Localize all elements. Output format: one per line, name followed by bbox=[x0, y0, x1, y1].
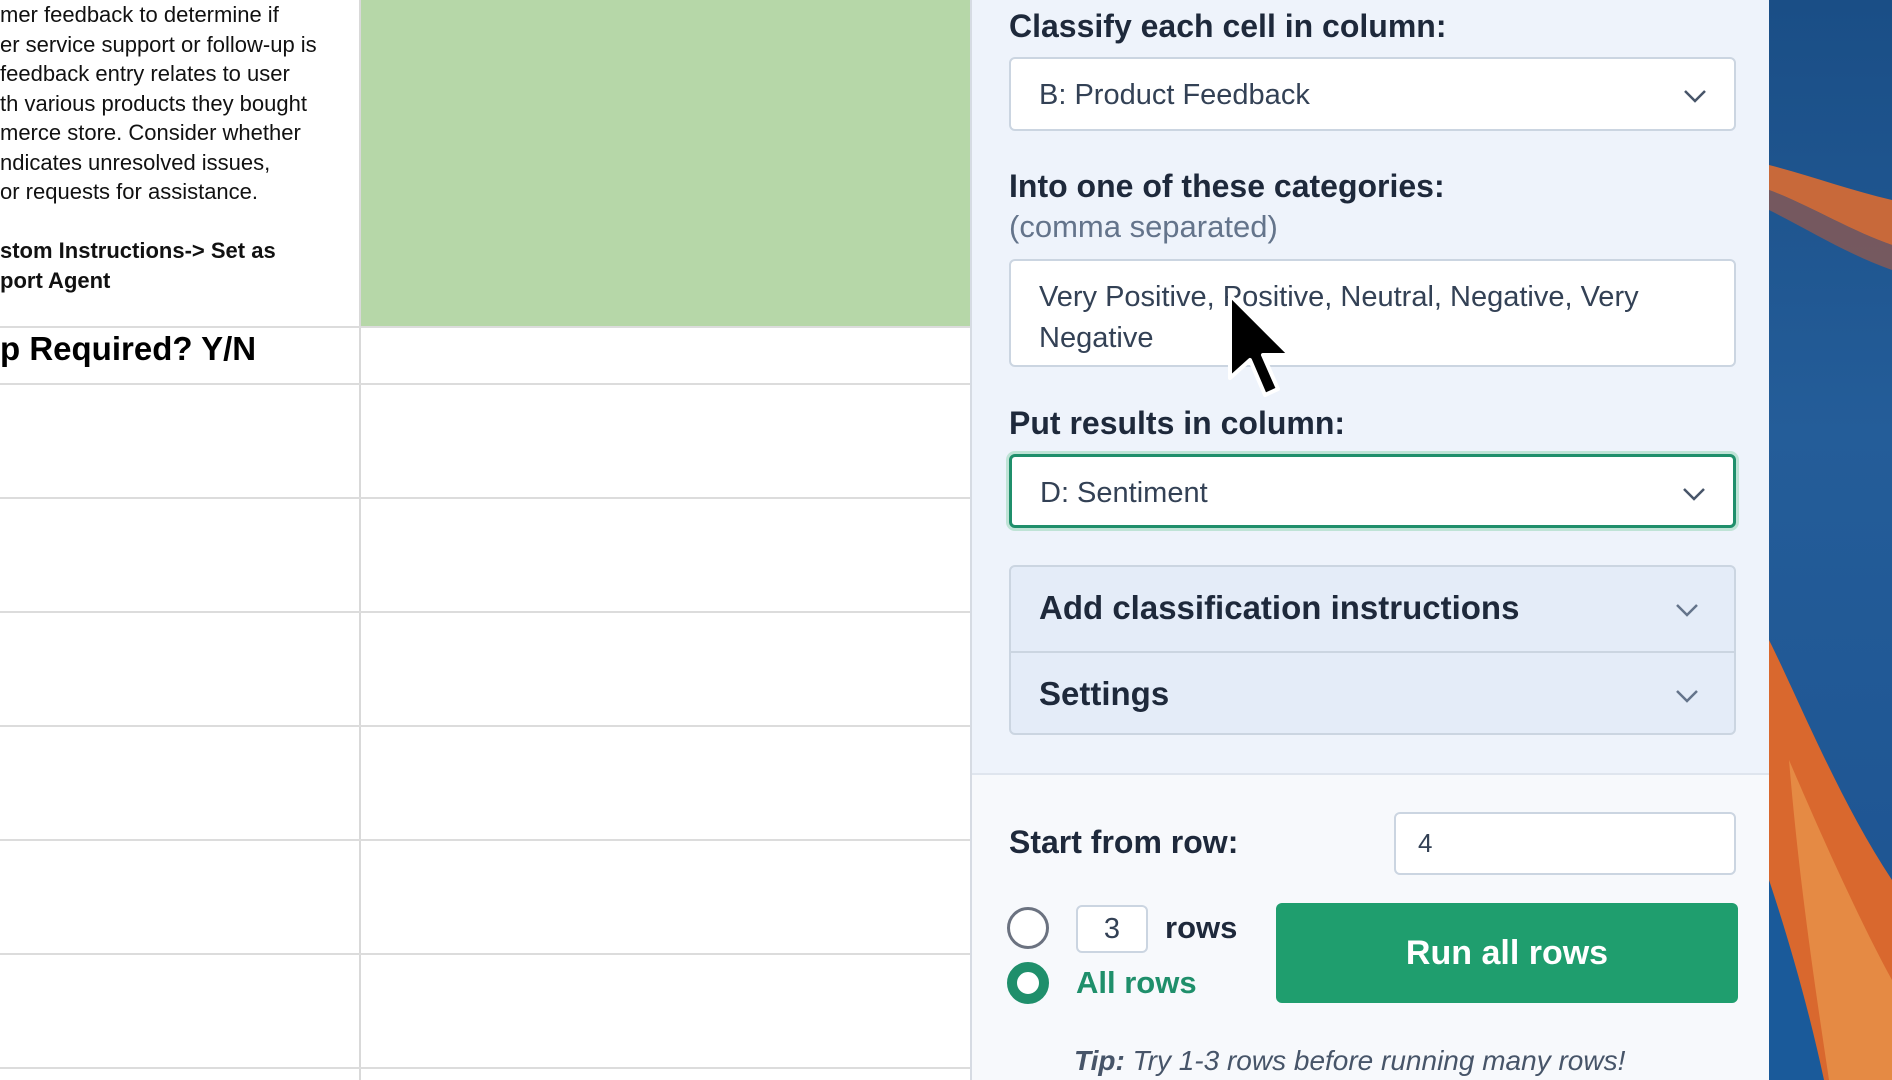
instruction-line: th various products they bought bbox=[0, 90, 307, 116]
row-divider bbox=[0, 611, 970, 613]
instruction-line bbox=[0, 207, 355, 237]
start-row-label: Start from row: bbox=[1009, 824, 1239, 860]
results-column-value: D: Sentiment bbox=[1040, 477, 1208, 509]
instruction-line: mer feedback to determine if bbox=[0, 2, 279, 27]
chevron-down-icon bbox=[1683, 488, 1705, 501]
tip-body: Try 1-3 rows before running many rows! bbox=[1124, 1045, 1626, 1076]
instructions-cell[interactable]: mer feedback to determine if er service … bbox=[0, 0, 355, 295]
spreadsheet: mer feedback to determine if er service … bbox=[0, 0, 970, 1080]
results-column-select[interactable]: D: Sentiment bbox=[1009, 454, 1736, 528]
header-cell-followup[interactable]: p Required? Y/N bbox=[0, 330, 256, 368]
green-cell[interactable] bbox=[361, 0, 970, 326]
accordion-settings[interactable]: Settings bbox=[1011, 653, 1734, 737]
instruction-line: feedback entry relates to user bbox=[0, 61, 290, 86]
row-divider bbox=[0, 839, 970, 841]
start-row-input[interactable] bbox=[1418, 828, 1718, 859]
classify-column-label: Classify each cell in column: bbox=[1009, 8, 1447, 44]
row-divider bbox=[0, 725, 970, 727]
desktop-wallpaper bbox=[1769, 0, 1892, 1080]
row-divider bbox=[0, 383, 970, 385]
options-accordion: Add classification instructions Settings bbox=[1009, 565, 1736, 735]
categories-textarea[interactable]: Very Positive, Positive, Neutral, Negati… bbox=[1009, 259, 1736, 367]
results-column-label: Put results in column: bbox=[1009, 405, 1346, 441]
row-divider bbox=[0, 326, 970, 328]
instruction-line: or requests for assistance. bbox=[0, 179, 259, 204]
radio-all-rows[interactable] bbox=[1007, 962, 1049, 1004]
rows-count-input[interactable] bbox=[1078, 907, 1146, 951]
chevron-down-icon bbox=[1684, 90, 1706, 103]
instruction-line: port Agent bbox=[0, 267, 111, 293]
accordion-title: Add classification instructions bbox=[1039, 589, 1520, 626]
chevron-down-icon bbox=[1676, 690, 1698, 703]
mouse-cursor-icon bbox=[1228, 293, 1292, 397]
run-all-rows-button[interactable]: Run all rows bbox=[1276, 903, 1738, 1003]
categories-label: Into one of these categories: bbox=[1009, 168, 1445, 204]
tip-text: Tip: Try 1-3 rows before running many ro… bbox=[1074, 1045, 1625, 1077]
instruction-line: er service support or follow-up is bbox=[0, 31, 317, 57]
categories-sublabel: (comma separated) bbox=[1009, 209, 1278, 244]
row-divider bbox=[0, 1067, 970, 1069]
rows-count-field[interactable] bbox=[1076, 905, 1148, 953]
row-divider bbox=[0, 953, 970, 955]
classify-panel: Classify each cell in column: B: Product… bbox=[970, 0, 1771, 1080]
all-rows-label[interactable]: All rows bbox=[1076, 965, 1197, 1001]
instruction-line: ndicates unresolved issues, bbox=[0, 149, 271, 175]
chevron-down-icon bbox=[1676, 604, 1698, 617]
row-divider bbox=[0, 497, 970, 499]
start-row-field[interactable] bbox=[1394, 812, 1736, 875]
radio-rows-count[interactable] bbox=[1007, 907, 1049, 949]
accordion-classification-instructions[interactable]: Add classification instructions bbox=[1011, 567, 1734, 651]
instruction-line: stom Instructions-> Set as bbox=[0, 238, 276, 263]
classify-column-value: B: Product Feedback bbox=[1039, 79, 1310, 111]
accordion-title: Settings bbox=[1039, 675, 1170, 712]
rows-label: rows bbox=[1165, 910, 1238, 945]
classify-column-select[interactable]: B: Product Feedback bbox=[1009, 57, 1736, 131]
instruction-line: merce store. Consider whether bbox=[0, 120, 301, 145]
tip-prefix: Tip: bbox=[1074, 1045, 1125, 1076]
wallpaper-graphic bbox=[1769, 165, 1892, 1080]
